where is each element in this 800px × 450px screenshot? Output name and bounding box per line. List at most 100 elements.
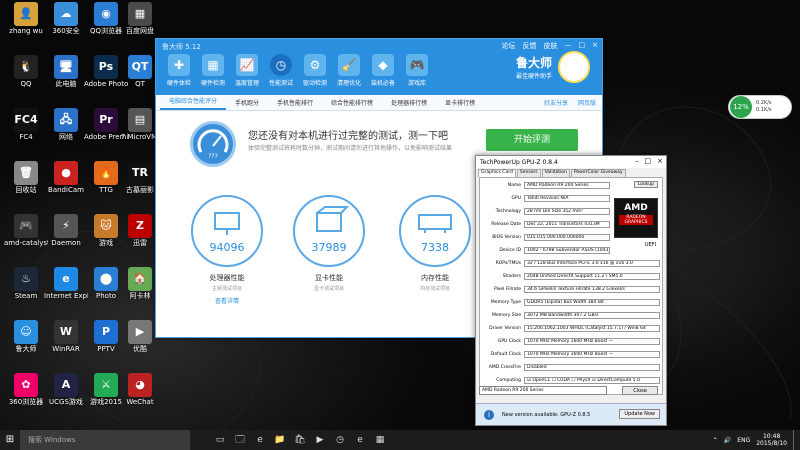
taskbar-search[interactable]: 搜索 Windows xyxy=(20,430,190,450)
clock[interactable]: 10:48 2015/8/10 xyxy=(756,433,787,447)
gpu-score: 37989 xyxy=(311,241,347,254)
desktop-icon-image: ▤ xyxy=(128,108,152,132)
close-button[interactable]: × xyxy=(592,41,598,51)
desktop-icon[interactable]: 🗑 回收站 xyxy=(4,161,48,207)
desktop-icon-label: zhang wu xyxy=(9,27,43,35)
show-desktop-button[interactable] xyxy=(793,430,796,450)
web-version-link[interactable]: 网页版 xyxy=(578,98,596,107)
update-now-button[interactable]: Update Now xyxy=(619,409,660,419)
desktop-icon-image: ▦ xyxy=(128,2,152,26)
gpuz-row: BIOS Version 015.015.000.000.000000 xyxy=(482,233,610,241)
desktop-icon[interactable]: 🖧 网络 xyxy=(44,108,88,154)
desktop-icon-image: QT xyxy=(128,55,152,79)
gpuz-row-key: Release Date xyxy=(491,221,521,227)
volume-icon[interactable]: 🔊 xyxy=(724,437,731,444)
tab-sensors[interactable]: Sensors xyxy=(516,169,541,177)
amd-logo-text: AMD xyxy=(624,203,648,213)
gpuz-row-value: 28 nm Die Size 352 mm² xyxy=(524,207,610,215)
nav-item-icon: ⚙ xyxy=(304,54,326,76)
gpu-score-sub: 显卡测试项目 xyxy=(313,286,344,292)
cpu-details-link[interactable]: 查看详情 xyxy=(184,296,270,305)
nav-item[interactable]: 🧹 清理优化 xyxy=(332,52,366,92)
taskbar-app-icon[interactable]: ▭ xyxy=(210,430,230,450)
taskbar-app-icon[interactable]: e xyxy=(250,430,270,450)
nav-item[interactable]: ◷ 性能测试 xyxy=(264,52,298,92)
gpu-select[interactable]: AMD Radeon R9 200 Series xyxy=(479,386,607,395)
gpuz-maximize-icon[interactable]: □ xyxy=(645,157,652,165)
nav-item[interactable]: ◆ 装机必备 xyxy=(366,52,400,92)
feedback-link[interactable]: 反馈 xyxy=(523,41,537,51)
tab-phone-score[interactable]: 手机跑分 xyxy=(226,98,268,110)
gpuz-close-button[interactable]: Close xyxy=(622,386,658,395)
taskbar-app-icon[interactable]: ▶ xyxy=(310,430,330,450)
tab-overall-score[interactable]: 电脑综合性能评分 xyxy=(160,96,227,110)
brand: 鲁大师 最佳硬件助手 ☺ xyxy=(516,51,590,83)
nav-item[interactable]: 🎮 游戏库 xyxy=(400,52,434,92)
nav-item-icon: 📈 xyxy=(236,54,258,76)
speed-widget[interactable]: 12% 0.2K/s 0.1K/s xyxy=(728,95,792,119)
taskbar: ⊞ 搜索 Windows ▭ 🗔 e 📁 🛍 ▶ ◷ e ▦ ⌃ 🔊 ENG 10:48 201… xyxy=(0,430,800,450)
share-link[interactable]: 好友分享 xyxy=(544,98,568,107)
taskbar-app-icon[interactable]: 🗔 xyxy=(230,430,250,450)
desktop-icon[interactable]: 🎮 amd-catalyst xyxy=(4,214,48,260)
taskbar-app-icon[interactable]: 🛍 xyxy=(290,430,310,450)
taskbar-app-icon[interactable]: ▦ xyxy=(370,430,390,450)
tab-gpu-rank[interactable]: 显卡排行榜 xyxy=(436,98,484,110)
desktop-icon[interactable]: ● BandiCam xyxy=(44,161,88,207)
memory-usage-percent: 12% xyxy=(730,96,752,118)
gpuz-row: Driver Version 15.200.1062.1003 WHQL (Cat… xyxy=(482,324,660,332)
forum-link[interactable]: 论坛 xyxy=(502,41,516,51)
clock-date: 2015/8/10 xyxy=(756,440,787,447)
gpuz-row-value: ☑ OpenCL ☐ CUDA ☐ PhysX ☑ DirectCompute … xyxy=(524,376,660,384)
gpuz-row-value: Dec 22, 2011 Transistors 4313M xyxy=(524,220,610,228)
desktop-icon-label: amd-catalyst xyxy=(4,239,48,247)
desktop-icon[interactable]: ☁ 360安全 xyxy=(44,2,88,48)
memory-score-circle: 7338 xyxy=(399,195,471,267)
tab-giveaway[interactable]: PowerColor Giveaway xyxy=(570,169,626,177)
desktop-icon[interactable]: ⚡ Daemon xyxy=(44,214,88,260)
desktop-icon[interactable]: 🖥 此电脑 xyxy=(44,55,88,101)
gpuz-row-key: GPU Clock xyxy=(497,338,521,344)
desktop-icon[interactable]: ☺ 鲁大师 xyxy=(4,320,48,366)
gpuz-row-value: 1002 - 6798 Subvendor ASUS (1043) xyxy=(524,246,610,254)
start-test-button[interactable]: 开始评测 xyxy=(486,129,578,151)
gpuz-minimize-icon[interactable]: – xyxy=(635,157,639,165)
desktop-icon[interactable]: 🐧 QQ xyxy=(4,55,48,101)
tab-validation[interactable]: Validation xyxy=(541,169,570,177)
start-button[interactable]: ⊞ xyxy=(0,430,20,450)
gpuz-close-icon[interactable]: × xyxy=(657,157,663,165)
tab-cpu-rank[interactable]: 处理器排行榜 xyxy=(382,98,436,110)
svg-text:???: ??? xyxy=(208,153,218,160)
nav-item[interactable]: ▦ 硬件检测 xyxy=(196,52,230,92)
nav-item-label: 游戏库 xyxy=(407,80,426,87)
taskbar-items: ▭ 🗔 e 📁 🛍 ▶ ◷ e ▦ xyxy=(210,430,390,450)
desktop-icon[interactable]: ◕ WeChat xyxy=(118,373,162,419)
desktop-icon[interactable]: ✿ 360浏览器 xyxy=(4,373,48,419)
minimize-button[interactable]: — xyxy=(565,41,572,51)
desktop-icon[interactable]: ♨ Steam xyxy=(4,267,48,313)
nav-item[interactable]: ✚ 硬件体检 xyxy=(162,52,196,92)
desktop-icon-image: 🖥 xyxy=(54,55,78,79)
tray-expand-icon[interactable]: ⌃ xyxy=(713,437,718,444)
tab-graphics-card[interactable]: Graphics Card xyxy=(478,169,516,177)
test-prompt-sub: 体验完整测试将耗时数分钟，测试期间请勿进行其他操作，以免影响测试结果 xyxy=(248,145,453,152)
tab-overall-rank[interactable]: 综合性能排行榜 xyxy=(322,98,382,110)
maximize-button[interactable]: □ xyxy=(579,41,586,51)
desktop-icon[interactable]: A UCGS游戏 xyxy=(44,373,88,419)
nav-item[interactable]: 📈 温度管理 xyxy=(230,52,264,92)
desktop-icon[interactable]: FC4 FC4 xyxy=(4,108,48,154)
input-language[interactable]: ENG xyxy=(737,437,750,444)
nav-item[interactable]: ⚙ 驱动检测 xyxy=(298,52,332,92)
desktop-icon[interactable]: 👤 zhang wu xyxy=(4,2,48,48)
lookup-button[interactable]: Lookup xyxy=(633,181,658,188)
taskbar-app-icon[interactable]: ◷ xyxy=(330,430,350,450)
desktop-icon[interactable]: W WinRAR xyxy=(44,320,88,366)
taskbar-app-icon[interactable]: 📁 xyxy=(270,430,290,450)
skin-link[interactable]: 皮肤 xyxy=(544,41,558,51)
taskbar-app-icon[interactable]: e xyxy=(350,430,370,450)
desktop-icon[interactable]: eInternet Explorer xyxy=(44,267,88,313)
desktop-icon-image: e xyxy=(54,267,78,291)
cpu-score: 94096 xyxy=(209,241,245,254)
tab-phone-rank[interactable]: 手机性能排行 xyxy=(268,98,322,110)
gpuz-tabs: Graphics Card Sensors Validation PowerCo… xyxy=(476,168,666,177)
